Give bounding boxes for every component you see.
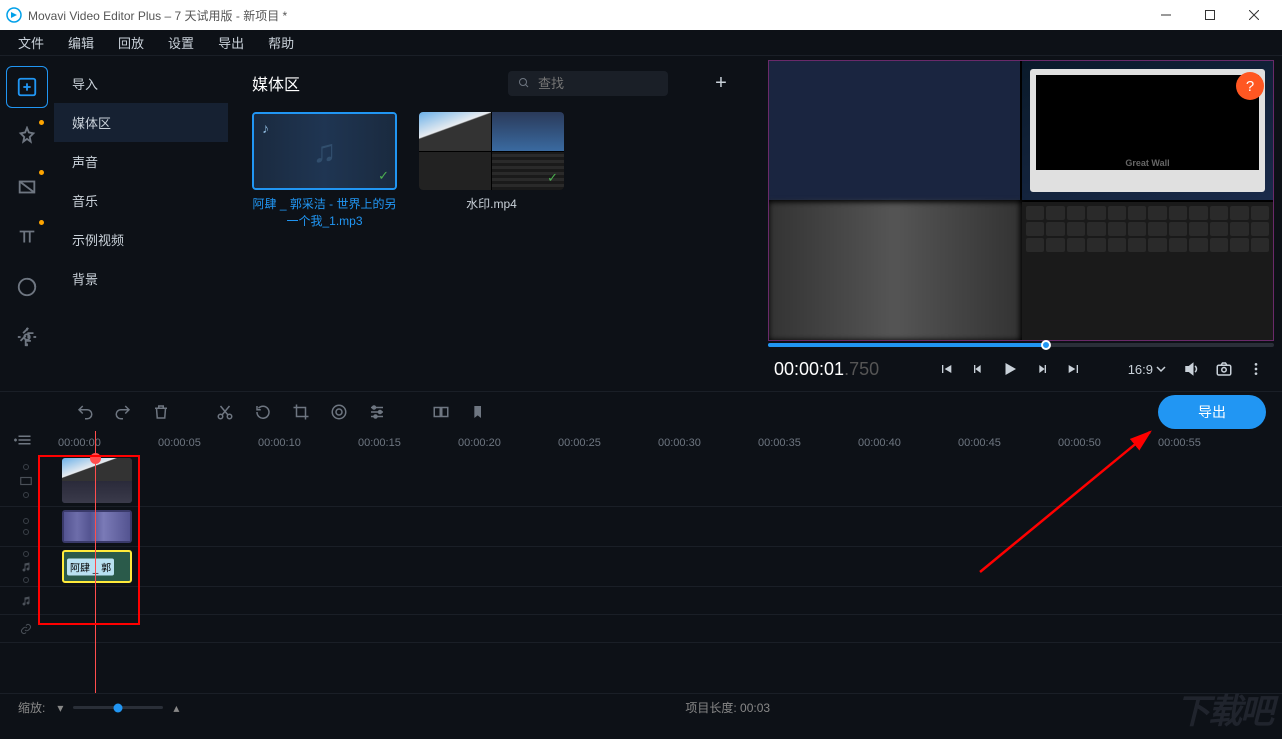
menu-playback[interactable]: 回放 [108, 30, 154, 55]
tool-import[interactable] [6, 66, 48, 108]
next-clip-button[interactable] [1062, 357, 1086, 381]
sidebar-item-sound[interactable]: 声音 [54, 142, 228, 181]
audio-waveform-clip[interactable] [62, 510, 132, 543]
tool-filters[interactable] [6, 116, 48, 158]
zoom-label: 缩放: [18, 699, 45, 716]
video-track-icon [19, 474, 33, 488]
delete-button[interactable] [146, 397, 176, 427]
media-panel: 媒体区 + ♫ ♪ ✓ 阿肆 _ 郭采洁 - 世界上的另一个我_1.mp3 ✓ [228, 56, 760, 391]
maximize-button[interactable] [1188, 0, 1232, 30]
music-clip[interactable]: 阿肆 _ 郭 [62, 550, 132, 583]
menu-bar: 文件 编辑 回放 设置 导出 帮助 [0, 30, 1282, 56]
add-media-button[interactable]: + [706, 68, 736, 98]
zoom-out-button[interactable]: ▾ [57, 701, 63, 715]
export-button[interactable]: 导出 [1158, 395, 1266, 429]
next-frame-button[interactable] [1030, 357, 1054, 381]
side-panel: 导入 媒体区 声音 音乐 示例视频 背景 [54, 56, 228, 391]
media-label: 水印.mp4 [419, 196, 564, 213]
audio-icon: ♪ [262, 120, 269, 136]
marker-button[interactable] [464, 397, 494, 427]
tool-more[interactable] [6, 316, 48, 358]
check-icon: ✓ [547, 170, 558, 186]
preview-seekbar[interactable] [768, 343, 1274, 347]
playhead[interactable] [95, 431, 96, 693]
sidebar-item-import[interactable]: 导入 [54, 64, 228, 103]
sidebar-item-music[interactable]: 音乐 [54, 181, 228, 220]
menu-export[interactable]: 导出 [208, 30, 254, 55]
menu-edit[interactable]: 编辑 [58, 30, 104, 55]
linked-audio-track[interactable] [0, 507, 1282, 547]
play-button[interactable] [998, 357, 1022, 381]
media-item-video[interactable]: ✓ 水印.mp4 [419, 112, 564, 230]
effects-track[interactable] [0, 615, 1282, 643]
search-icon [518, 76, 530, 90]
adjust-button[interactable] [362, 397, 392, 427]
tool-transitions[interactable] [6, 166, 48, 208]
tool-rail [0, 56, 54, 391]
menu-settings[interactable]: 设置 [158, 30, 204, 55]
music-icon [20, 595, 32, 607]
transition-wizard-button[interactable] [426, 397, 456, 427]
minimize-button[interactable] [1144, 0, 1188, 30]
crop-button[interactable] [286, 397, 316, 427]
aspect-ratio-select[interactable]: 16:9 [1122, 362, 1172, 377]
prev-frame-button[interactable] [966, 357, 990, 381]
menu-file[interactable]: 文件 [8, 30, 54, 55]
undo-button[interactable] [70, 397, 100, 427]
video-track[interactable] [0, 455, 1282, 507]
rotate-button[interactable] [248, 397, 278, 427]
menu-help[interactable]: 帮助 [258, 30, 304, 55]
timeline-toolbar: 导出 [0, 391, 1282, 431]
main-area: 导入 媒体区 声音 音乐 示例视频 背景 媒体区 + ♫ ♪ ✓ 阿肆 _ 郭采… [0, 56, 1282, 391]
window-title: Movavi Video Editor Plus – 7 天试用版 - 新项目 … [28, 7, 1144, 24]
search-box[interactable] [508, 71, 668, 96]
volume-button[interactable] [1180, 357, 1204, 381]
sidebar-item-bg[interactable]: 背景 [54, 259, 228, 298]
app-icon [6, 7, 22, 23]
sidebar-item-sample[interactable]: 示例视频 [54, 220, 228, 259]
preview-panel: ? Great Wall 00:00:01.750 16:9 [760, 56, 1282, 391]
music-icon [20, 561, 32, 573]
preview-more-button[interactable] [1244, 357, 1268, 381]
prev-clip-button[interactable] [934, 357, 958, 381]
zoom-slider[interactable] [73, 706, 163, 709]
media-title: 媒体区 [252, 71, 488, 95]
link-icon [20, 623, 32, 635]
title-bar: Movavi Video Editor Plus – 7 天试用版 - 新项目 … [0, 0, 1282, 30]
project-length: 项目长度: 00:03 [685, 699, 770, 716]
preview-screen[interactable]: Great Wall [768, 60, 1274, 341]
close-button[interactable] [1232, 0, 1276, 30]
media-item-audio[interactable]: ♫ ♪ ✓ 阿肆 _ 郭采洁 - 世界上的另一个我_1.mp3 [252, 112, 397, 230]
add-track-button[interactable] [14, 433, 32, 447]
tool-stickers[interactable] [6, 266, 48, 308]
media-label: 阿肆 _ 郭采洁 - 世界上的另一个我_1.mp3 [252, 196, 397, 230]
audio-track[interactable]: 阿肆 _ 郭 [0, 547, 1282, 587]
sidebar-item-media[interactable]: 媒体区 [54, 103, 228, 142]
color-button[interactable] [324, 397, 354, 427]
status-bar: 缩放: ▾ ▴ 项目长度: 00:03 [0, 693, 1282, 721]
cut-button[interactable] [210, 397, 240, 427]
video-clip[interactable] [62, 458, 132, 503]
redo-button[interactable] [108, 397, 138, 427]
zoom-in-button[interactable]: ▴ [173, 701, 179, 715]
music-track-2[interactable] [0, 587, 1282, 615]
check-icon: ✓ [378, 168, 389, 184]
search-input[interactable] [538, 76, 658, 91]
snapshot-button[interactable] [1212, 357, 1236, 381]
tool-titles[interactable] [6, 216, 48, 258]
timecode: 00:00:01.750 [774, 359, 879, 380]
timeline: 00:00:00 00:00:05 00:00:10 00:00:15 00:0… [0, 431, 1282, 693]
timeline-ruler[interactable]: 00:00:00 00:00:05 00:00:10 00:00:15 00:0… [0, 431, 1282, 455]
help-button[interactable]: ? [1236, 72, 1264, 100]
